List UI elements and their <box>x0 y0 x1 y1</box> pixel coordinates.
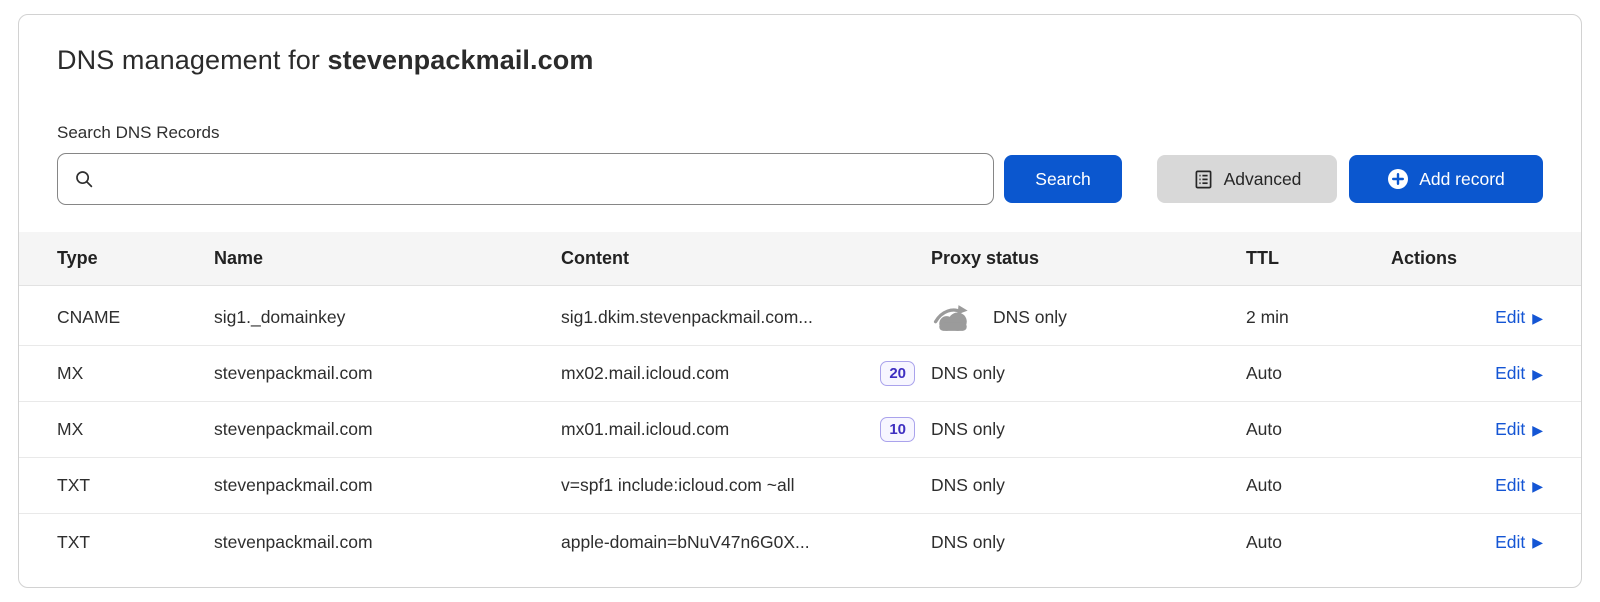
record-name: stevenpackmail.com <box>214 363 561 384</box>
proxy-status: DNS only <box>931 475 1005 496</box>
toolbar: Search Advanced <box>57 153 1543 205</box>
priority-badge: 10 <box>880 417 915 442</box>
edit-arrow-icon: ▶ <box>1532 311 1543 325</box>
edit-button-label: Edit <box>1495 532 1525 553</box>
search-button[interactable]: Search <box>1004 155 1122 203</box>
page-title: DNS management for stevenpackmail.com <box>57 45 1543 76</box>
record-type: CNAME <box>57 307 214 328</box>
edit-arrow-icon: ▶ <box>1532 423 1543 437</box>
record-name: stevenpackmail.com <box>214 419 561 440</box>
edit-button-label: Edit <box>1495 363 1525 384</box>
record-ttl: Auto <box>1246 419 1391 440</box>
table-body: CNAME sig1._domainkey sig1.dkim.stevenpa… <box>19 290 1581 570</box>
column-header-actions: Actions <box>1391 248 1543 269</box>
page-title-prefix: DNS management for <box>57 45 328 75</box>
advanced-list-icon <box>1193 169 1214 190</box>
search-input[interactable] <box>104 154 979 204</box>
record-ttl: Auto <box>1246 532 1391 553</box>
proxy-status: DNS only <box>931 363 1005 384</box>
advanced-button[interactable]: Advanced <box>1157 155 1337 203</box>
table-row: MX stevenpackmail.com mx01.mail.icloud.c… <box>19 402 1581 458</box>
table-header-row: Type Name Content Proxy status TTL Actio… <box>19 232 1581 286</box>
column-header-ttl: TTL <box>1246 248 1391 269</box>
add-record-button[interactable]: Add record <box>1349 155 1543 203</box>
record-name: stevenpackmail.com <box>214 532 561 553</box>
plus-circle-icon <box>1387 168 1409 190</box>
edit-button-label: Edit <box>1495 419 1525 440</box>
page-title-domain: stevenpackmail.com <box>328 45 594 75</box>
column-header-content: Content <box>561 248 931 269</box>
edit-arrow-icon: ▶ <box>1532 367 1543 381</box>
record-content: mx02.mail.icloud.com <box>561 363 729 384</box>
column-header-type: Type <box>57 248 214 269</box>
table-row: TXT stevenpackmail.com v=spf1 include:ic… <box>19 458 1581 514</box>
table-row: CNAME sig1._domainkey sig1.dkim.stevenpa… <box>19 290 1581 346</box>
proxy-status: DNS only <box>931 532 1005 553</box>
proxy-status: DNS only <box>993 307 1067 328</box>
edit-button-label: Edit <box>1495 307 1525 328</box>
record-ttl: Auto <box>1246 363 1391 384</box>
record-content: mx01.mail.icloud.com <box>561 419 729 440</box>
edit-button[interactable]: Edit ▶ <box>1495 363 1543 384</box>
table-row: TXT stevenpackmail.com apple-domain=bNuV… <box>19 514 1581 570</box>
record-type: MX <box>57 363 214 384</box>
dns-records-table: Type Name Content Proxy status TTL Actio… <box>19 232 1581 570</box>
edit-button-label: Edit <box>1495 475 1525 496</box>
edit-arrow-icon: ▶ <box>1532 535 1543 549</box>
record-name: stevenpackmail.com <box>214 475 561 496</box>
search-icon <box>74 169 94 189</box>
record-type: TXT <box>57 532 214 553</box>
edit-button[interactable]: Edit ▶ <box>1495 419 1543 440</box>
advanced-button-label: Advanced <box>1224 169 1302 190</box>
record-content: sig1.dkim.stevenpackmail.com... <box>561 307 813 328</box>
record-content: v=spf1 include:icloud.com ~all <box>561 475 794 496</box>
table-row: MX stevenpackmail.com mx02.mail.icloud.c… <box>19 346 1581 402</box>
priority-badge: 20 <box>880 361 915 386</box>
add-record-button-label: Add record <box>1419 169 1505 190</box>
dns-only-cloud-icon <box>931 303 975 333</box>
record-type: TXT <box>57 475 214 496</box>
record-content: apple-domain=bNuV47n6G0X... <box>561 532 810 553</box>
edit-button[interactable]: Edit ▶ <box>1495 307 1543 328</box>
record-ttl: Auto <box>1246 475 1391 496</box>
edit-arrow-icon: ▶ <box>1532 479 1543 493</box>
record-name: sig1._domainkey <box>214 307 561 328</box>
column-header-name: Name <box>214 248 561 269</box>
record-type: MX <box>57 419 214 440</box>
search-label: Search DNS Records <box>57 123 1543 143</box>
column-header-proxy-status: Proxy status <box>931 248 1246 269</box>
dns-management-card: DNS management for stevenpackmail.com Se… <box>18 14 1582 588</box>
record-ttl: 2 min <box>1246 307 1391 328</box>
proxy-status: DNS only <box>931 419 1005 440</box>
edit-button[interactable]: Edit ▶ <box>1495 475 1543 496</box>
search-input-wrapper[interactable] <box>57 153 994 205</box>
edit-button[interactable]: Edit ▶ <box>1495 532 1543 553</box>
